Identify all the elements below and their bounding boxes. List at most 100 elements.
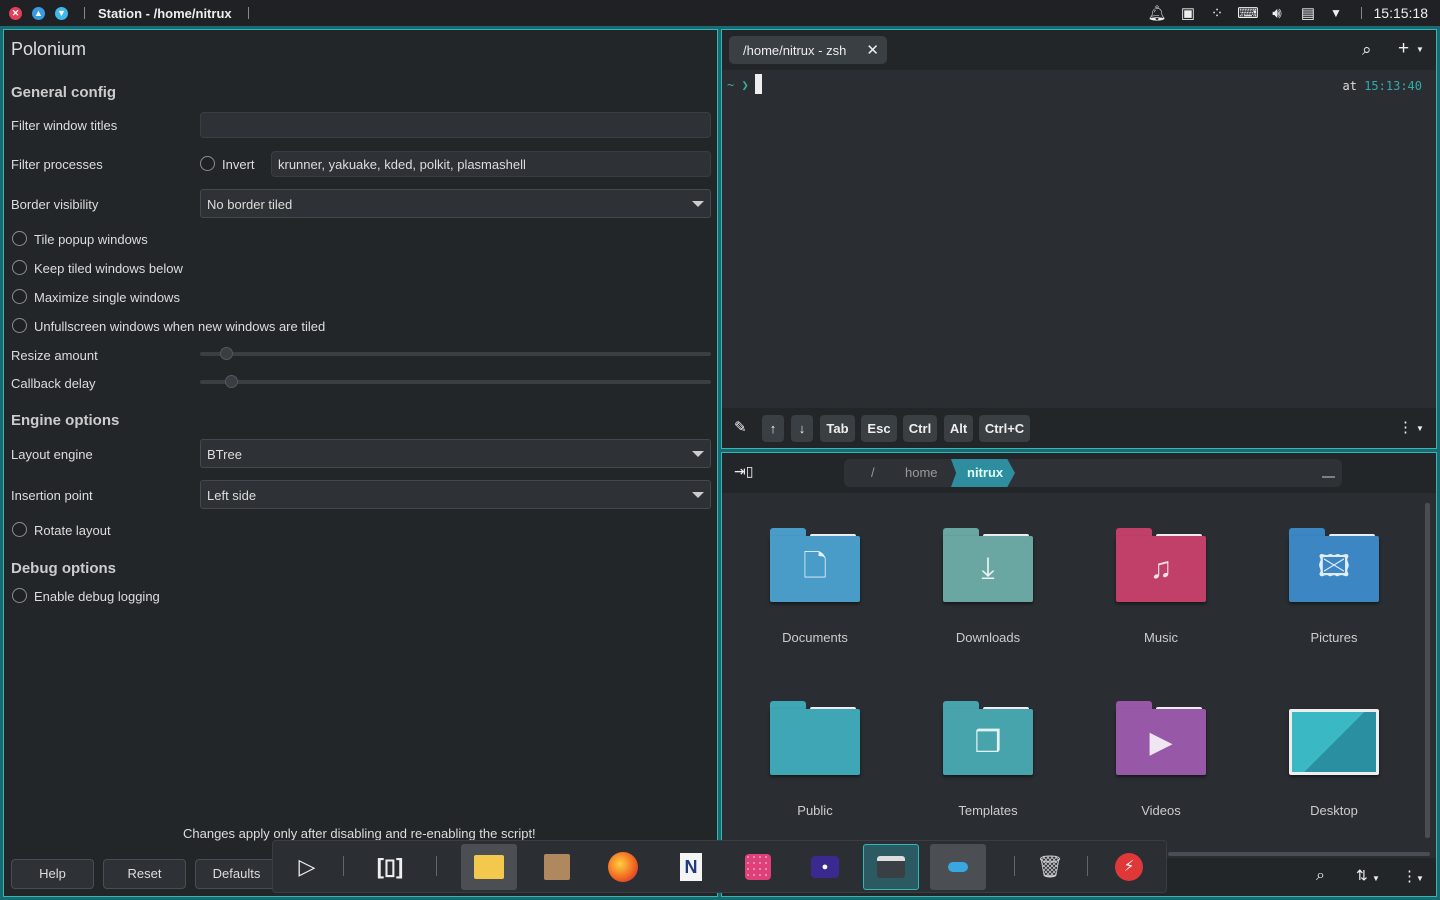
debug-logging-label: Enable debug logging [34, 589, 160, 604]
terminal-header: /home/nitrux - zsh ✕ ⌕ + ▼ [722, 30, 1436, 70]
key-ctrl-c-button[interactable]: Ctrl+C [979, 415, 1030, 442]
chevron-down-icon[interactable]: ▼ [1416, 45, 1424, 54]
defaults-button[interactable]: Defaults [195, 859, 278, 889]
folder-documents[interactable]: 🗋 [770, 528, 860, 608]
network-icon[interactable]: ⁘ [1207, 0, 1227, 26]
file-manager-window: ⇥▯ / home nitrux ⎽ 🗋 Documents ⤓ Downloads ♫… [721, 452, 1437, 897]
folder-downloads[interactable]: ⤓ [943, 528, 1033, 608]
close-tab-icon[interactable]: ✕ [866, 41, 879, 59]
window-title: Station - /home/nitrux [98, 5, 232, 21]
help-button[interactable]: Help [11, 859, 94, 889]
invert-radio[interactable] [200, 156, 215, 171]
maximize-single-radio[interactable] [12, 289, 27, 304]
folder-videos[interactable]: ▶ [1116, 701, 1206, 781]
callback-delay-slider[interactable] [200, 375, 711, 388]
archive-icon[interactable] [529, 844, 585, 890]
edit-icon[interactable]: ✎ [734, 418, 747, 436]
folder-pictures[interactable]: 🖾 [1289, 528, 1379, 608]
twitch-icon[interactable]: ▣ [1177, 0, 1199, 26]
folder-templates[interactable]: ❒ [943, 701, 1033, 781]
border-visibility-select[interactable]: No border tiled [200, 189, 711, 218]
general-config-heading: General config [11, 84, 117, 101]
power-icon[interactable]: ⚡︎ [1101, 844, 1157, 890]
border-visibility-label: Border visibility [11, 197, 99, 212]
folder-label: Music [1144, 630, 1178, 645]
resize-amount-slider[interactable] [200, 347, 711, 360]
search-icon[interactable]: ⌕ [1316, 867, 1325, 885]
key-up-button[interactable]: ↑ [762, 415, 784, 442]
terminal-tab[interactable]: /home/nitrux - zsh ✕ [729, 36, 887, 64]
bell-icon[interactable]: 🔔︎ [1147, 0, 1167, 26]
close-window-icon[interactable]: ✕ [9, 6, 22, 20]
breadcrumb-root[interactable]: / [871, 465, 875, 480]
key-down-button[interactable]: ↓ [791, 415, 813, 442]
sidebar-toggle-icon[interactable]: ⇥▯ [734, 463, 753, 480]
debug-logging-radio[interactable] [12, 588, 27, 603]
terminal-tab-label: /home/nitrux - zsh [743, 43, 847, 58]
folder-label: Documents [782, 630, 848, 645]
key-tab-button[interactable]: Tab [820, 415, 855, 442]
invert-label: Invert [222, 157, 255, 172]
more-menu-icon[interactable]: ⋮ [1398, 418, 1413, 436]
image-icon: 🖾 [1289, 536, 1379, 602]
minimize-window-icon[interactable]: ▲ [32, 6, 45, 20]
unfullscreen-radio[interactable] [12, 318, 27, 333]
chevron-down-icon[interactable]: ▼ [1416, 874, 1424, 883]
media-player-icon[interactable]: ● [797, 844, 853, 890]
separator [1087, 856, 1088, 876]
slider-handle[interactable] [219, 347, 233, 360]
insertion-point-label: Insertion point [11, 488, 93, 503]
insertion-point-select[interactable]: Left side [200, 480, 711, 509]
notes-icon[interactable]: N [663, 844, 719, 890]
chevron-down-icon[interactable]: ▼ [1326, 0, 1346, 26]
breadcrumb-home[interactable]: home [905, 465, 938, 480]
settings-icon[interactable] [930, 844, 986, 890]
launcher-icon[interactable] [730, 844, 786, 890]
folder-music[interactable]: ♫ [1116, 528, 1206, 608]
scrollbar[interactable] [1425, 503, 1430, 838]
chevron-down-icon[interactable]: ▼ [1372, 874, 1380, 883]
folder-desktop[interactable] [1289, 701, 1379, 781]
maximize-window-icon[interactable]: ▼ [55, 6, 68, 20]
desktop-icon [1289, 709, 1379, 775]
tile-popup-radio[interactable] [12, 231, 27, 246]
keep-below-radio[interactable] [12, 260, 27, 275]
horizontal-scrollbar[interactable] [1168, 852, 1430, 856]
folder-public[interactable] [770, 701, 860, 781]
folder-label: Videos [1141, 803, 1181, 818]
files-icon[interactable] [461, 844, 517, 890]
overview-icon[interactable]: [▯] [362, 844, 418, 890]
clock[interactable]: 15:15:18 [1374, 5, 1429, 21]
rotate-layout-radio[interactable] [12, 522, 27, 537]
play-icon[interactable]: ▷ [279, 844, 335, 890]
separator [84, 7, 85, 19]
more-menu-icon[interactable]: ⋮ [1402, 867, 1417, 885]
key-alt-button[interactable]: Alt [944, 415, 973, 442]
keyboard-icon[interactable]: ⌨ [1236, 0, 1260, 26]
reset-button[interactable]: Reset [103, 859, 186, 889]
rotate-layout-label: Rotate layout [34, 523, 111, 538]
folder-label: Pictures [1310, 630, 1358, 645]
filter-titles-input[interactable] [200, 112, 711, 138]
trash-icon[interactable]: 🗑︎ [1022, 844, 1078, 890]
layout-engine-select[interactable]: BTree [200, 439, 711, 468]
sort-icon[interactable]: ⇅ [1356, 867, 1368, 884]
search-icon[interactable]: ⌕ [1362, 40, 1372, 60]
path-edit-icon[interactable]: ⎽ [1322, 463, 1335, 479]
slider-handle[interactable] [224, 375, 238, 388]
key-esc-button[interactable]: Esc [861, 415, 897, 442]
filter-processes-input[interactable]: krunner, yakuake, kded, polkit, plasmash… [271, 151, 711, 177]
filter-titles-label: Filter window titles [11, 118, 118, 133]
key-ctrl-button[interactable]: Ctrl [903, 415, 937, 442]
firefox-icon[interactable] [595, 844, 651, 890]
clipboard-icon[interactable]: ▤ [1298, 0, 1318, 26]
terminal-icon[interactable] [863, 844, 919, 890]
add-tab-icon[interactable]: + [1398, 38, 1409, 60]
window-heading: Polonium [11, 39, 87, 59]
resize-amount-label: Resize amount [11, 348, 98, 363]
video-icon: ▶ [1116, 709, 1206, 775]
breadcrumb-current[interactable]: nitrux [951, 459, 1015, 487]
prompt-time-value: 15:13:40 [1364, 79, 1422, 93]
volume-icon[interactable]: 🔊︎ [1266, 0, 1288, 26]
chevron-down-icon[interactable]: ▼ [1416, 424, 1424, 433]
